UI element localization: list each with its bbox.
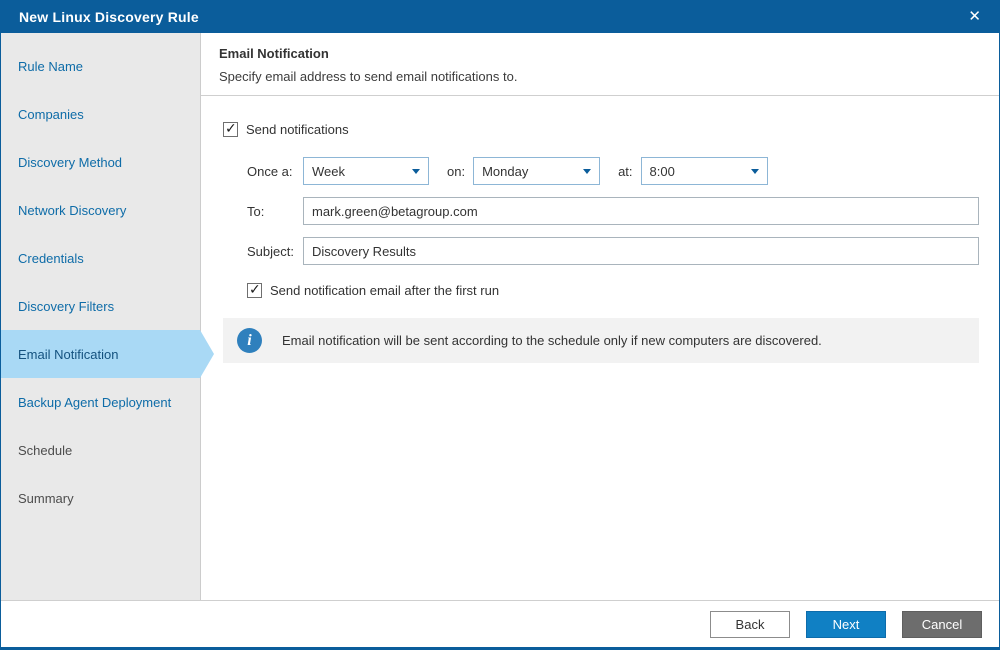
send-notifications-checkbox[interactable]: [223, 120, 238, 137]
time-select[interactable]: 8:00: [640, 157, 768, 185]
titlebar: New Linux Discovery Rule ✕: [1, 0, 999, 33]
next-button[interactable]: Next: [806, 610, 886, 638]
window-title: New Linux Discovery Rule: [19, 8, 199, 25]
chevron-down-icon: [743, 158, 767, 184]
sidebar-item-companies[interactable]: Companies: [1, 90, 200, 138]
first-run-checkbox[interactable]: [247, 281, 262, 298]
info-text: Email notification will be sent accordin…: [282, 333, 822, 348]
first-run-label: Send notification email after the first …: [270, 283, 500, 298]
sidebar-item-schedule: Schedule: [18, 442, 73, 458]
email-notification-form: Send notifications Once a: Week on: Mond…: [201, 96, 999, 363]
footer: Back Next Cancel: [1, 600, 999, 647]
send-notifications-label: Send notifications: [246, 122, 349, 137]
info-icon: i: [237, 328, 262, 353]
sidebar-item-summary: Summary: [18, 490, 74, 506]
frequency-select[interactable]: Week: [303, 157, 429, 185]
wizard-steps-sidebar: Rule Name Companies Discovery Method Net…: [1, 33, 214, 600]
page-subtitle: Specify email address to send email noti…: [219, 69, 518, 84]
wizard-window: New Linux Discovery Rule ✕ Rule Name Com…: [0, 0, 1000, 650]
frequency-value: Week: [312, 163, 345, 179]
schedule-row: Once a: Week on: Monday at: 8:00: [223, 157, 979, 185]
chevron-down-icon: [575, 158, 599, 184]
once-a-label: Once a:: [247, 163, 293, 179]
page-title: Email Notification: [219, 46, 329, 61]
at-label: at:: [618, 163, 633, 179]
send-notifications-row: Send notifications: [223, 120, 979, 137]
to-input[interactable]: [303, 197, 979, 225]
subject-label: Subject:: [247, 243, 294, 259]
first-run-row: Send notification email after the first …: [223, 281, 979, 298]
sidebar-item-discovery-filters[interactable]: Discovery Filters: [1, 282, 200, 330]
chevron-down-icon: [404, 158, 428, 184]
sidebar-item-rule-name[interactable]: Rule Name: [1, 42, 200, 90]
close-icon[interactable]: ✕: [964, 7, 985, 26]
subject-input[interactable]: [303, 237, 979, 265]
page-header: Email Notification Specify email address…: [201, 33, 999, 96]
cancel-button[interactable]: Cancel: [902, 610, 982, 638]
sidebar-item-discovery-method[interactable]: Discovery Method: [1, 138, 200, 186]
subject-row: Subject:: [223, 237, 979, 265]
to-row: To:: [223, 197, 979, 225]
sidebar-item-credentials[interactable]: Credentials: [1, 234, 200, 282]
sidebar-item-backup-agent-deployment[interactable]: Backup Agent Deployment: [1, 378, 200, 426]
sidebar-item-network-discovery[interactable]: Network Discovery: [1, 186, 200, 234]
back-button[interactable]: Back: [710, 610, 790, 638]
day-value: Monday: [482, 163, 529, 179]
day-select[interactable]: Monday: [473, 157, 601, 185]
wizard-page: Email Notification Specify email address…: [201, 33, 999, 600]
on-label: on:: [447, 163, 466, 179]
time-value: 8:00: [649, 163, 675, 179]
to-label: To:: [247, 203, 265, 219]
sidebar-item-email-notification[interactable]: Email Notification: [1, 330, 214, 378]
info-bar: i Email notification will be sent accord…: [223, 318, 979, 363]
